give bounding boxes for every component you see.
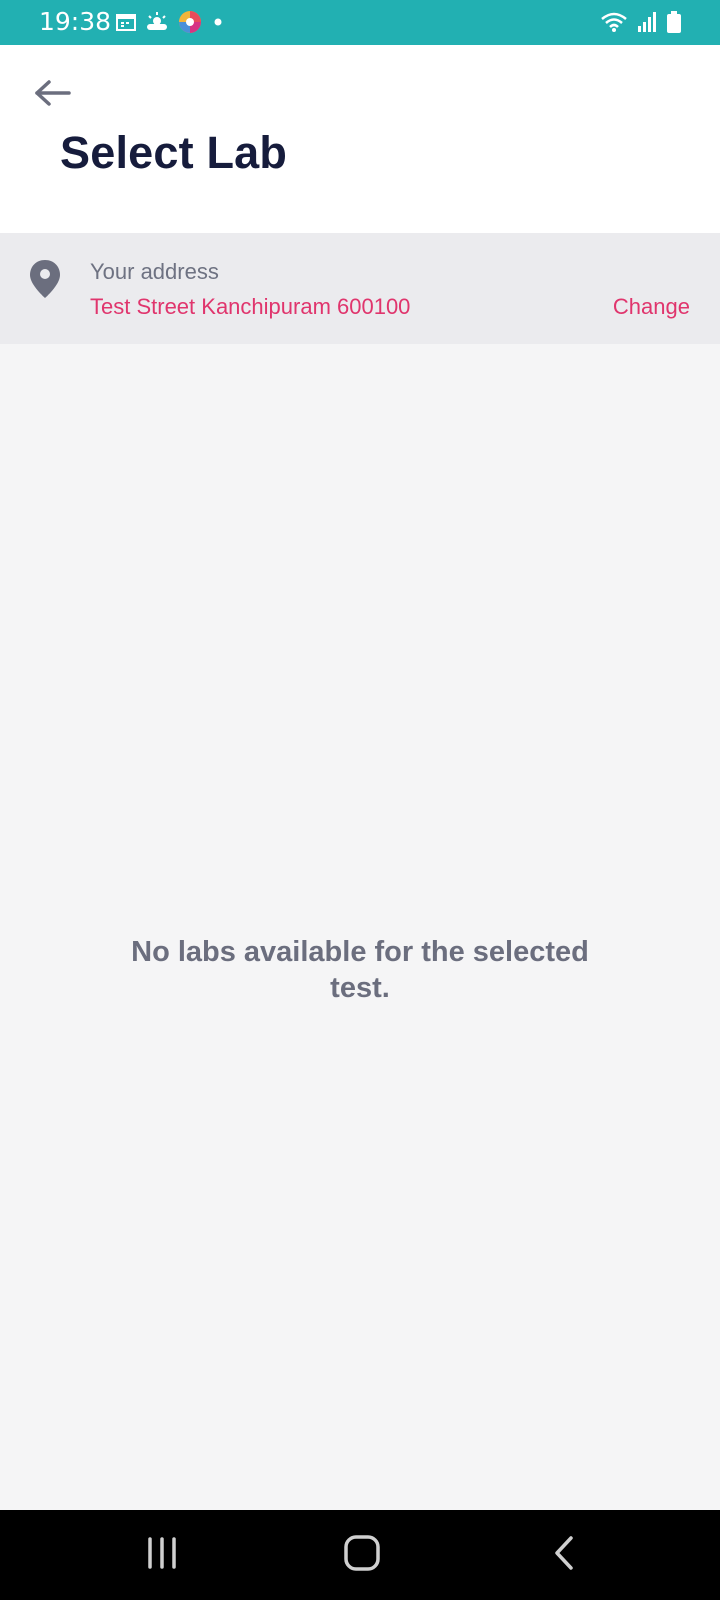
address-value: Test Street Kanchipuram 600100 <box>90 294 411 319</box>
back-button[interactable] <box>28 75 78 115</box>
calendar-icon <box>116 12 136 37</box>
header: Select Lab <box>0 45 720 233</box>
arrow-left-icon <box>33 78 73 113</box>
wifi-icon <box>600 11 628 38</box>
change-address-button[interactable]: Change <box>613 294 690 320</box>
battery-icon <box>666 10 682 39</box>
location-pin-icon <box>28 259 62 304</box>
weather-icon <box>145 12 169 37</box>
address-label: Your address <box>90 259 219 284</box>
nav-back-button[interactable] <box>534 1530 594 1580</box>
back-icon <box>552 1535 576 1575</box>
notification-dot-icon <box>211 15 225 34</box>
recent-apps-button[interactable] <box>132 1530 192 1580</box>
home-icon <box>344 1534 380 1576</box>
page-title: Select Lab <box>60 127 288 178</box>
lab-list-area: No labs available for the selected test. <box>0 344 720 1510</box>
signal-icon <box>636 11 658 38</box>
status-left-icons <box>116 10 225 39</box>
system-nav-bar <box>0 1510 720 1600</box>
status-right-icons <box>600 10 682 39</box>
app-icon <box>178 10 202 39</box>
empty-state-message: No labs available for the selected test. <box>131 936 589 1004</box>
status-bar: 19:38 <box>0 0 720 45</box>
recent-apps-icon <box>145 1536 179 1574</box>
home-button[interactable] <box>332 1530 392 1580</box>
status-time: 19:38 <box>39 7 112 36</box>
address-bar: Your address Test Street Kanchipuram 600… <box>0 233 720 344</box>
